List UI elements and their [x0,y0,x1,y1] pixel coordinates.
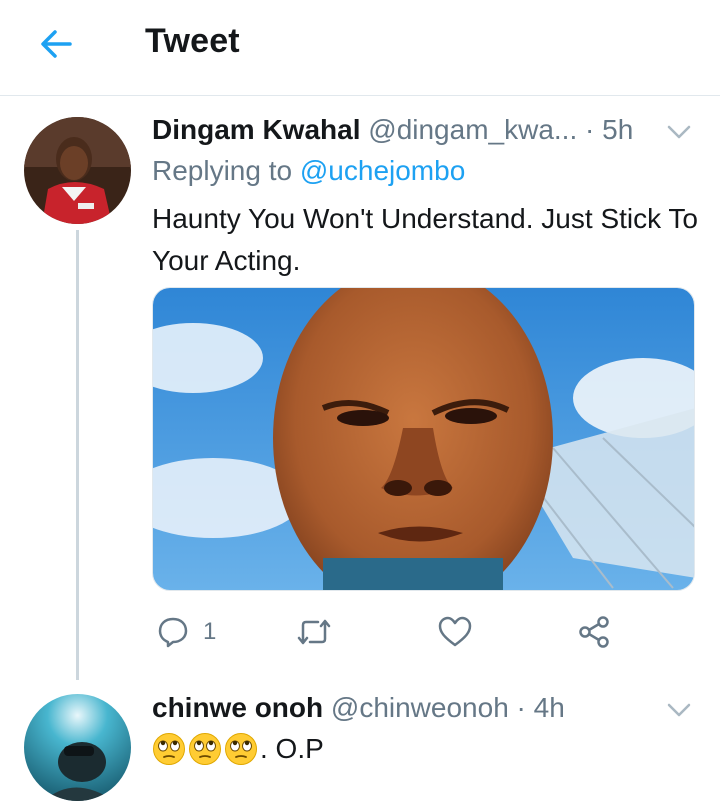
display-name[interactable]: Dingam Kwahal [152,114,360,145]
top-bar: Tweet [0,0,720,96]
chevron-down-icon[interactable] [665,122,693,142]
replying-to-link[interactable]: @uchejombo [300,155,465,186]
share-icon [579,616,609,648]
display-name[interactable]: chinwe onoh [152,692,323,723]
tweet-text-content: . O.P [260,733,324,764]
back-arrow-icon[interactable] [36,24,76,64]
tweet-text: . O.P [152,732,324,766]
chevron-down-icon[interactable] [665,700,693,720]
rolling-eyes-emoji-icon [189,733,221,765]
rolling-eyes-emoji-icon [225,733,257,765]
avatar[interactable] [24,694,131,801]
reply-count: 1 [203,618,217,645]
thread-connector [76,230,79,680]
timestamp[interactable]: 4h [534,692,565,723]
separator: · [577,114,603,145]
retweet-button[interactable] [296,614,332,650]
heart-icon [438,616,472,647]
replying-to: Replying to @uchejombo [152,155,465,187]
user-handle[interactable]: @chinweonoh [331,692,509,723]
retweet-icon [297,619,331,645]
reply-icon [158,617,188,648]
tweet-header: chinwe onoh @chinweonoh · 4h [152,692,565,724]
separator: · [508,692,534,723]
avatar[interactable] [24,117,131,224]
tweet-text: Haunty You Won't Understand. Just Stick … [152,203,698,276]
tweet-header: Dingam Kwahal @dingam_kwa... · 5h [152,114,633,146]
like-button[interactable] [438,614,472,650]
tweet-image[interactable] [152,287,695,591]
timestamp[interactable]: 5h [602,114,633,145]
rolling-eyes-emoji-icon [153,733,185,765]
user-handle[interactable]: @dingam_kwa... [368,114,577,145]
reply-button[interactable]: 1 [157,614,216,650]
share-button[interactable] [577,614,611,650]
page-title: Tweet [145,22,240,60]
replying-to-label: Replying to [152,155,300,186]
